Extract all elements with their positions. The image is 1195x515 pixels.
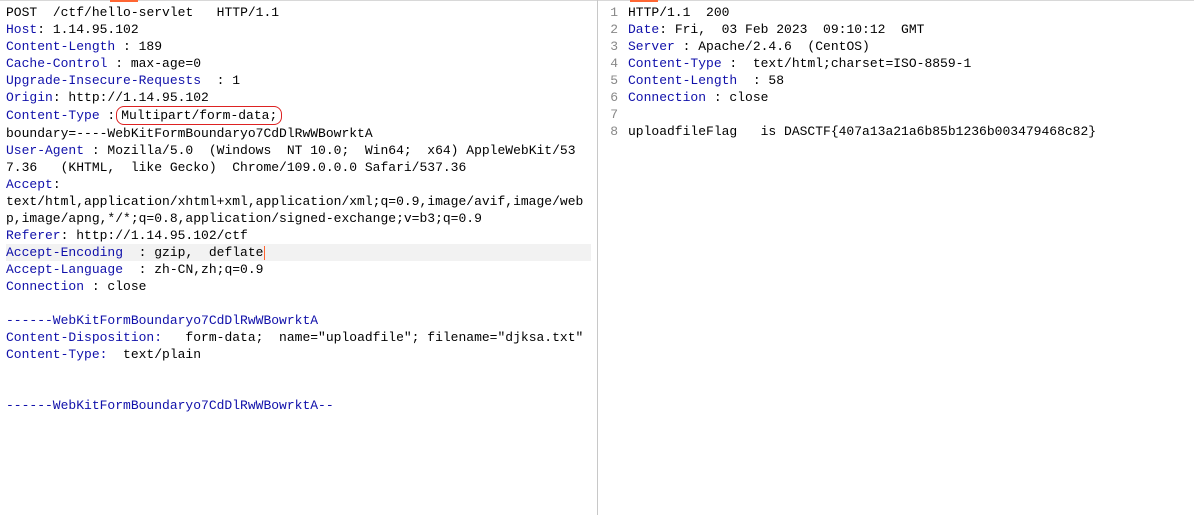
response-body: uploadfileFlag is DASCTF{407a13a21a6b85b… bbox=[628, 123, 1188, 140]
part-content-disposition: Content-Disposition: form-data; name="up… bbox=[6, 329, 591, 346]
pane-border-top bbox=[598, 0, 1194, 1]
gutter-ln: 1 bbox=[598, 4, 624, 21]
header-accept-language: Accept-Language : zh-CN,zh;q=0.9 bbox=[6, 261, 591, 278]
header-content-type: Content-Type :Multipart/form-data; bbox=[6, 106, 591, 125]
header-accept-encoding[interactable]: Accept-Encoding : gzip, deflate bbox=[6, 244, 591, 261]
circled-content-type: Multipart/form-data; bbox=[116, 106, 282, 125]
blank-line bbox=[6, 363, 591, 380]
gutter-ln: 2 bbox=[598, 21, 624, 38]
boundary-line: boundary=----WebKitFormBoundaryo7CdDlRwW… bbox=[6, 125, 591, 142]
gutter-ln: 5 bbox=[598, 72, 624, 89]
header-connection: Connection : close bbox=[628, 89, 1188, 106]
blank-line bbox=[6, 295, 591, 312]
header-accept-value: text/html,application/xhtml+xml,applicat… bbox=[6, 193, 591, 227]
request-line: POST /ctf/hello-servlet HTTP/1.1 bbox=[6, 4, 591, 21]
header-date: Date: Fri, 03 Feb 2023 09:10:12 GMT bbox=[628, 21, 1188, 38]
request-accent bbox=[110, 0, 138, 2]
header-content-length: Content-Length : 58 bbox=[628, 72, 1188, 89]
blank-line bbox=[6, 380, 591, 397]
gutter-ln: 8 bbox=[598, 123, 624, 140]
header-upgrade: Upgrade-Insecure-Requests : 1 bbox=[6, 72, 591, 89]
gutter-ln: 6 bbox=[598, 89, 624, 106]
request-pane[interactable]: POST /ctf/hello-servlet HTTP/1.1 Host: 1… bbox=[0, 0, 598, 515]
response-accent bbox=[630, 0, 658, 2]
multipart-boundary-close: ------WebKitFormBoundaryo7CdDlRwWBowrktA… bbox=[6, 397, 591, 414]
header-server: Server : Apache/2.4.6 (CentOS) bbox=[628, 38, 1188, 55]
header-referer: Referer: http://1.14.95.102/ctf bbox=[6, 227, 591, 244]
status-line: HTTP/1.1 200 bbox=[628, 4, 1188, 21]
request-editor[interactable]: POST /ctf/hello-servlet HTTP/1.1 Host: 1… bbox=[0, 0, 597, 418]
blank-line bbox=[628, 106, 1188, 123]
header-content-length: Content-Length : 189 bbox=[6, 38, 591, 55]
header-origin: Origin: http://1.14.95.102 bbox=[6, 89, 591, 106]
header-cache-control: Cache-Control : max-age=0 bbox=[6, 55, 591, 72]
split-view: POST /ctf/hello-servlet HTTP/1.1 Host: 1… bbox=[0, 0, 1195, 515]
multipart-boundary-open: ------WebKitFormBoundaryo7CdDlRwWBowrktA bbox=[6, 312, 591, 329]
text-cursor bbox=[264, 246, 265, 260]
gutter-ln: 7 bbox=[598, 106, 624, 123]
header-connection: Connection : close bbox=[6, 278, 591, 295]
gutter-ln: 3 bbox=[598, 38, 624, 55]
part-content-type: Content-Type: text/plain bbox=[6, 346, 591, 363]
response-pane[interactable]: 1 2 3 4 5 6 7 8 HTTP/1.1 200 Date: Fri, … bbox=[598, 0, 1194, 515]
header-content-type: Content-Type : text/html;charset=ISO-885… bbox=[628, 55, 1188, 72]
line-gutter: 1 2 3 4 5 6 7 8 bbox=[598, 4, 624, 140]
gutter-ln: 4 bbox=[598, 55, 624, 72]
header-host: Host: 1.14.95.102 bbox=[6, 21, 591, 38]
pane-border-top bbox=[0, 0, 597, 1]
response-editor[interactable]: HTTP/1.1 200 Date: Fri, 03 Feb 2023 09:1… bbox=[598, 0, 1194, 144]
header-user-agent: User-Agent : Mozilla/5.0 (Windows NT 10.… bbox=[6, 142, 591, 176]
header-accept: Accept: bbox=[6, 176, 591, 193]
